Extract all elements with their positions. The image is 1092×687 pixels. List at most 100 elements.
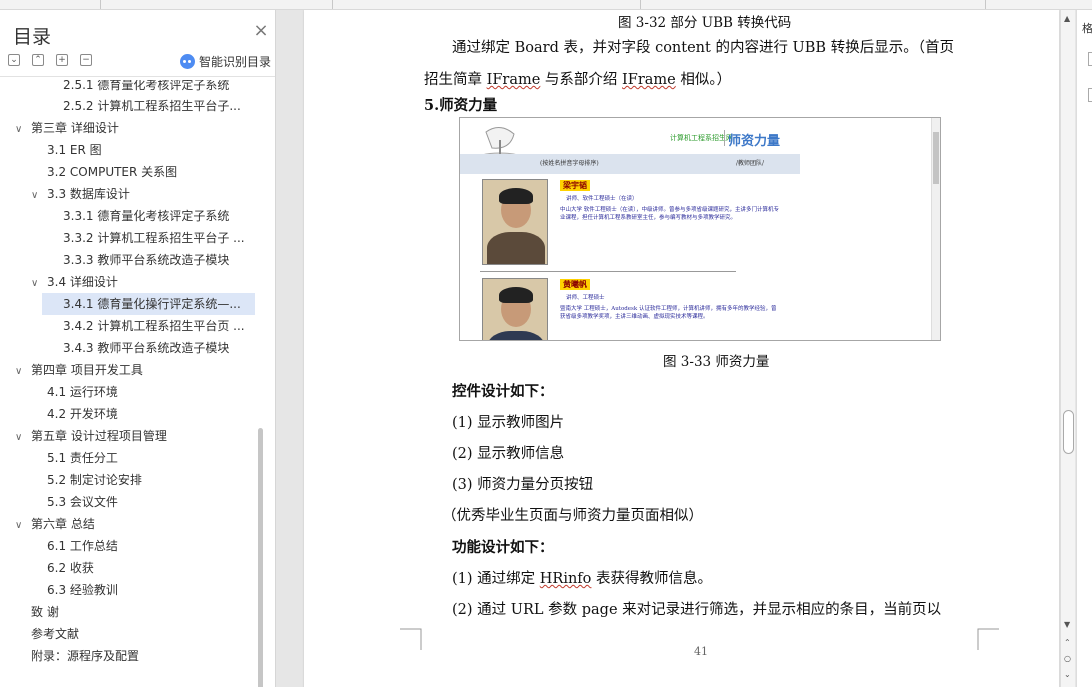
toc-item-label: 2.5.2 计算机工程系招生平台子... xyxy=(63,99,241,113)
toc-item-label: 3.4.1 德育量化操行评定系统—... xyxy=(63,297,241,311)
figure-banner: 计算机工程系招生网 师资力量 xyxy=(460,118,930,168)
teacher-name: 梁宇韬 xyxy=(560,180,590,191)
toc-item[interactable]: 5.3 会议文件 xyxy=(47,491,247,513)
toc-item-label: 3.4.2 计算机工程系招生平台页 ... xyxy=(63,319,245,333)
toc-item[interactable]: 附录：源程序及配置 xyxy=(31,645,251,667)
teacher-page-figure: 计算机工程系招生网 师资力量 (按姓名拼音字母排序) /教师团队/ 梁宇韬 讲师… xyxy=(459,117,941,341)
toc-item-label: 5.2 制定讨论安排 xyxy=(47,473,142,487)
toc-item[interactable]: ∨ 第五章 设计过程项目管理 xyxy=(15,425,262,447)
paragraph-line: 通过绑定 Board 表，并对字段 content 的内容进行 UBB 转换后显… xyxy=(452,40,954,56)
select-browse-icon[interactable]: ○ xyxy=(1064,654,1071,663)
add-heading-icon[interactable]: + xyxy=(56,54,68,66)
list-item: (2) 通过 URL 参数 page 来对记录进行筛选，并显示相应的条目，当前页… xyxy=(452,602,942,618)
side-panel-label: 格 xyxy=(1082,22,1092,35)
toc-item-label: 第六章 总结 xyxy=(31,517,95,531)
toc-item[interactable]: ∨ 3.4 详细设计 xyxy=(31,271,251,293)
figure-nav-label: /教师团队/ xyxy=(736,160,765,167)
figure-separator xyxy=(724,130,725,146)
top-toolbar-strip xyxy=(0,0,1092,10)
toc-item[interactable]: 3.3.2 计算机工程系招生平台子 ... xyxy=(63,227,253,249)
section-heading: 5.师资力量 xyxy=(424,97,498,114)
text-run: 相似。） xyxy=(675,72,732,88)
toc-item[interactable]: 3.2 COMPUTER 关系图 xyxy=(47,161,247,183)
page-number: 41 xyxy=(694,645,708,658)
scroll-down-icon[interactable]: ▼ xyxy=(1064,620,1070,629)
ai-toc-label: 智能识别目录 xyxy=(199,54,272,69)
remove-heading-icon[interactable]: − xyxy=(80,54,92,66)
document-scrollbar[interactable]: ▲ ▼ ⌃ ○ ⌄ xyxy=(1060,10,1075,687)
toc-item-label: 5.1 责任分工 xyxy=(47,451,118,465)
scroll-thumb[interactable] xyxy=(1063,410,1074,454)
document-page[interactable]: 图 3-32 部分 UBB 转换代码 通过绑定 Board 表，并对字段 con… xyxy=(304,10,1059,687)
teacher-title: 讲师、工程硕士 xyxy=(566,295,605,301)
toc-item-label: 附录：源程序及配置 xyxy=(31,649,140,663)
figure-scroll-thumb xyxy=(933,132,939,184)
chevron-down-icon[interactable]: ∨ xyxy=(15,427,25,447)
chevron-down-icon[interactable]: ∨ xyxy=(15,119,25,139)
document-area: 图 3-32 部分 UBB 转换代码 通过绑定 Board 表，并对字段 con… xyxy=(277,10,1060,687)
next-page-icon[interactable]: ⌄ xyxy=(1064,670,1071,679)
toc-item-label: 4.1 运行环境 xyxy=(47,385,118,399)
chevron-down-icon[interactable]: ∨ xyxy=(15,515,25,535)
toc-item[interactable]: 6.3 经验教训 xyxy=(47,579,247,601)
toc-scrollbar[interactable] xyxy=(258,428,263,687)
list-item: (1) 通过绑定 HRinfo 表获得教师信息。 xyxy=(452,567,712,588)
toc-item[interactable]: ∨ 3.3 数据库设计 xyxy=(31,183,251,205)
collapse-all-icon[interactable]: ⌃ xyxy=(32,54,44,66)
toc-item[interactable]: 参考文献 xyxy=(31,623,251,645)
toc-item-label: 5.3 会议文件 xyxy=(47,495,118,509)
toc-item-label: 6.1 工作总结 xyxy=(47,539,118,553)
toc-item[interactable]: 5.1 责任分工 xyxy=(47,447,247,469)
toc-item-label: 3.2 COMPUTER 关系图 xyxy=(47,165,178,179)
toc-item[interactable]: 致 谢 xyxy=(31,601,251,623)
toc-item-label: 3.3.3 教师平台系统改造子模块 xyxy=(63,253,230,267)
toc-item-label: 6.2 收获 xyxy=(47,561,94,575)
spellcheck-word: IFrame xyxy=(486,72,541,88)
toc-item[interactable]: 6.2 收获 xyxy=(47,557,247,579)
teacher-title: 讲师、软件工程硕士（在读） xyxy=(566,196,638,202)
expand-all-icon[interactable]: ⌄ xyxy=(8,54,20,66)
subheading: 功能设计如下： xyxy=(452,539,554,556)
teacher-name: 黄曦帆 xyxy=(560,279,590,290)
chevron-down-icon[interactable]: ∨ xyxy=(31,185,41,205)
toc-item-label: 3.3.1 德育量化考核评定子系统 xyxy=(63,209,230,223)
toc-item[interactable]: 4.2 开发环境 xyxy=(47,403,247,425)
prev-page-icon[interactable]: ⌃ xyxy=(1064,638,1071,647)
side-panel-control[interactable] xyxy=(1088,52,1092,66)
subheading: 控件设计如下： xyxy=(452,383,554,400)
toc-item-label: 3.1 ER 图 xyxy=(47,143,102,157)
figure-divider xyxy=(480,271,736,272)
spellcheck-word: IFrame xyxy=(622,72,676,88)
toc-item[interactable]: ∨ 第三章 详细设计 xyxy=(15,117,262,139)
toc-item[interactable]: 2.5.1 德育量化考核评定子系统 xyxy=(63,80,253,96)
scroll-up-icon[interactable]: ▲ xyxy=(1064,14,1070,23)
toc-item[interactable]: ∨ 第六章 总结 xyxy=(15,513,262,535)
toc-item-label: 2.5.1 德育量化考核评定子系统 xyxy=(63,80,230,92)
side-panel-control[interactable] xyxy=(1088,88,1092,102)
text-run: 表获得教师信息。 xyxy=(591,571,713,587)
close-icon[interactable]: × xyxy=(252,22,270,40)
toc-item[interactable]: 5.2 制定讨论安排 xyxy=(47,469,247,491)
toc-item[interactable]: 4.1 运行环境 xyxy=(47,381,247,403)
toc-item[interactable]: 3.4.2 计算机工程系招生平台页 ... xyxy=(63,315,253,337)
toc-item-selected[interactable]: 3.4.1 德育量化操行评定系统—... xyxy=(42,293,255,315)
ai-toc-button[interactable]: 智能识别目录 xyxy=(180,52,271,70)
toc-item[interactable]: 3.1 ER 图 xyxy=(47,139,247,161)
toc-panel: 目录 × ⌄ ⌃ + − 智能识别目录 2.5.1 德育量化考核评定子系统 2.… xyxy=(0,10,276,687)
toc-item-label: 3.4 详细设计 xyxy=(47,275,118,289)
teacher-bio: 中山大学 软件工程硕士（在读），中级讲师。曾参与多项省级课题研究，主讲多门计算机… xyxy=(560,207,780,221)
spellcheck-word: HRinfo xyxy=(539,571,592,587)
toc-divider xyxy=(0,76,275,77)
toc-title: 目录 xyxy=(13,26,52,48)
text-run: 招生简章 xyxy=(424,72,487,88)
toc-item[interactable]: ∨ 第四章 项目开发工具 xyxy=(15,359,262,381)
toc-item[interactable]: 6.1 工作总结 xyxy=(47,535,247,557)
toc-item[interactable]: 3.3.1 德育量化考核评定子系统 xyxy=(63,205,253,227)
toc-item[interactable]: 2.5.2 计算机工程系招生平台子... xyxy=(63,95,253,117)
chevron-down-icon[interactable]: ∨ xyxy=(31,273,41,293)
figure-nav-label: (按姓名拼音字母排序) xyxy=(540,160,599,167)
toc-item-label: 第三章 详细设计 xyxy=(31,121,119,135)
chevron-down-icon[interactable]: ∨ xyxy=(15,361,25,381)
toc-item[interactable]: 3.4.3 教师平台系统改造子模块 xyxy=(63,337,253,359)
toc-item[interactable]: 3.3.3 教师平台系统改造子模块 xyxy=(63,249,253,271)
